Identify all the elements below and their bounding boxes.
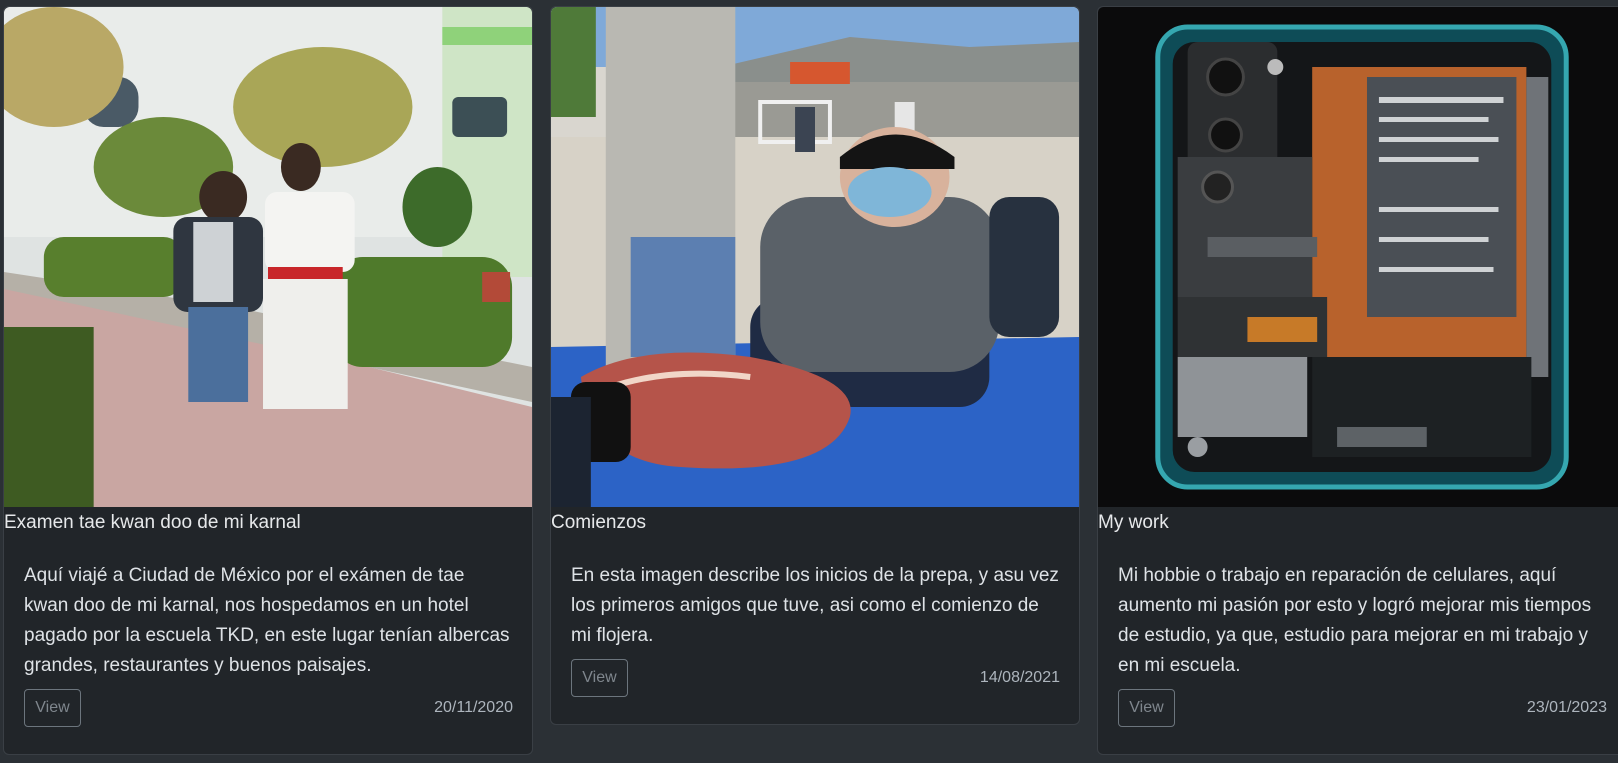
- card-description: Aquí viajé a Ciudad de México por el exá…: [24, 565, 510, 676]
- card-description: En esta imagen describe los inicios de l…: [571, 565, 1059, 646]
- card-photo: [1098, 7, 1618, 507]
- card-date: 14/08/2021: [979, 669, 1060, 686]
- card-title: Examen tae kwan doo de mi karnal: [4, 512, 301, 533]
- view-button[interactable]: View: [24, 689, 81, 727]
- gallery-card: Comienzos En esta imagen describe los in…: [550, 6, 1080, 725]
- card-photo: [4, 7, 532, 507]
- taekwondo-photo: [4, 7, 532, 507]
- gallery-grid: Examen tae kwan doo de mi karnal Aquí vi…: [0, 0, 1618, 763]
- card-photo: [551, 7, 1079, 507]
- view-button[interactable]: View: [1118, 689, 1175, 727]
- schoolyard-photo: [551, 7, 1079, 507]
- card-description: Mi hobbie o trabajo en reparación de cel…: [1118, 565, 1592, 676]
- gallery-card: My work Mi hobbie o trabajo en reparació…: [1097, 6, 1618, 755]
- smartphone-internals-photo: [1098, 7, 1618, 507]
- view-button[interactable]: View: [571, 659, 628, 697]
- card-title: My work: [1098, 512, 1169, 533]
- card-date: 23/01/2023: [1526, 699, 1607, 716]
- card-date: 20/11/2020: [434, 699, 513, 716]
- card-title: Comienzos: [551, 512, 647, 533]
- gallery-card: Examen tae kwan doo de mi karnal Aquí vi…: [3, 6, 533, 755]
